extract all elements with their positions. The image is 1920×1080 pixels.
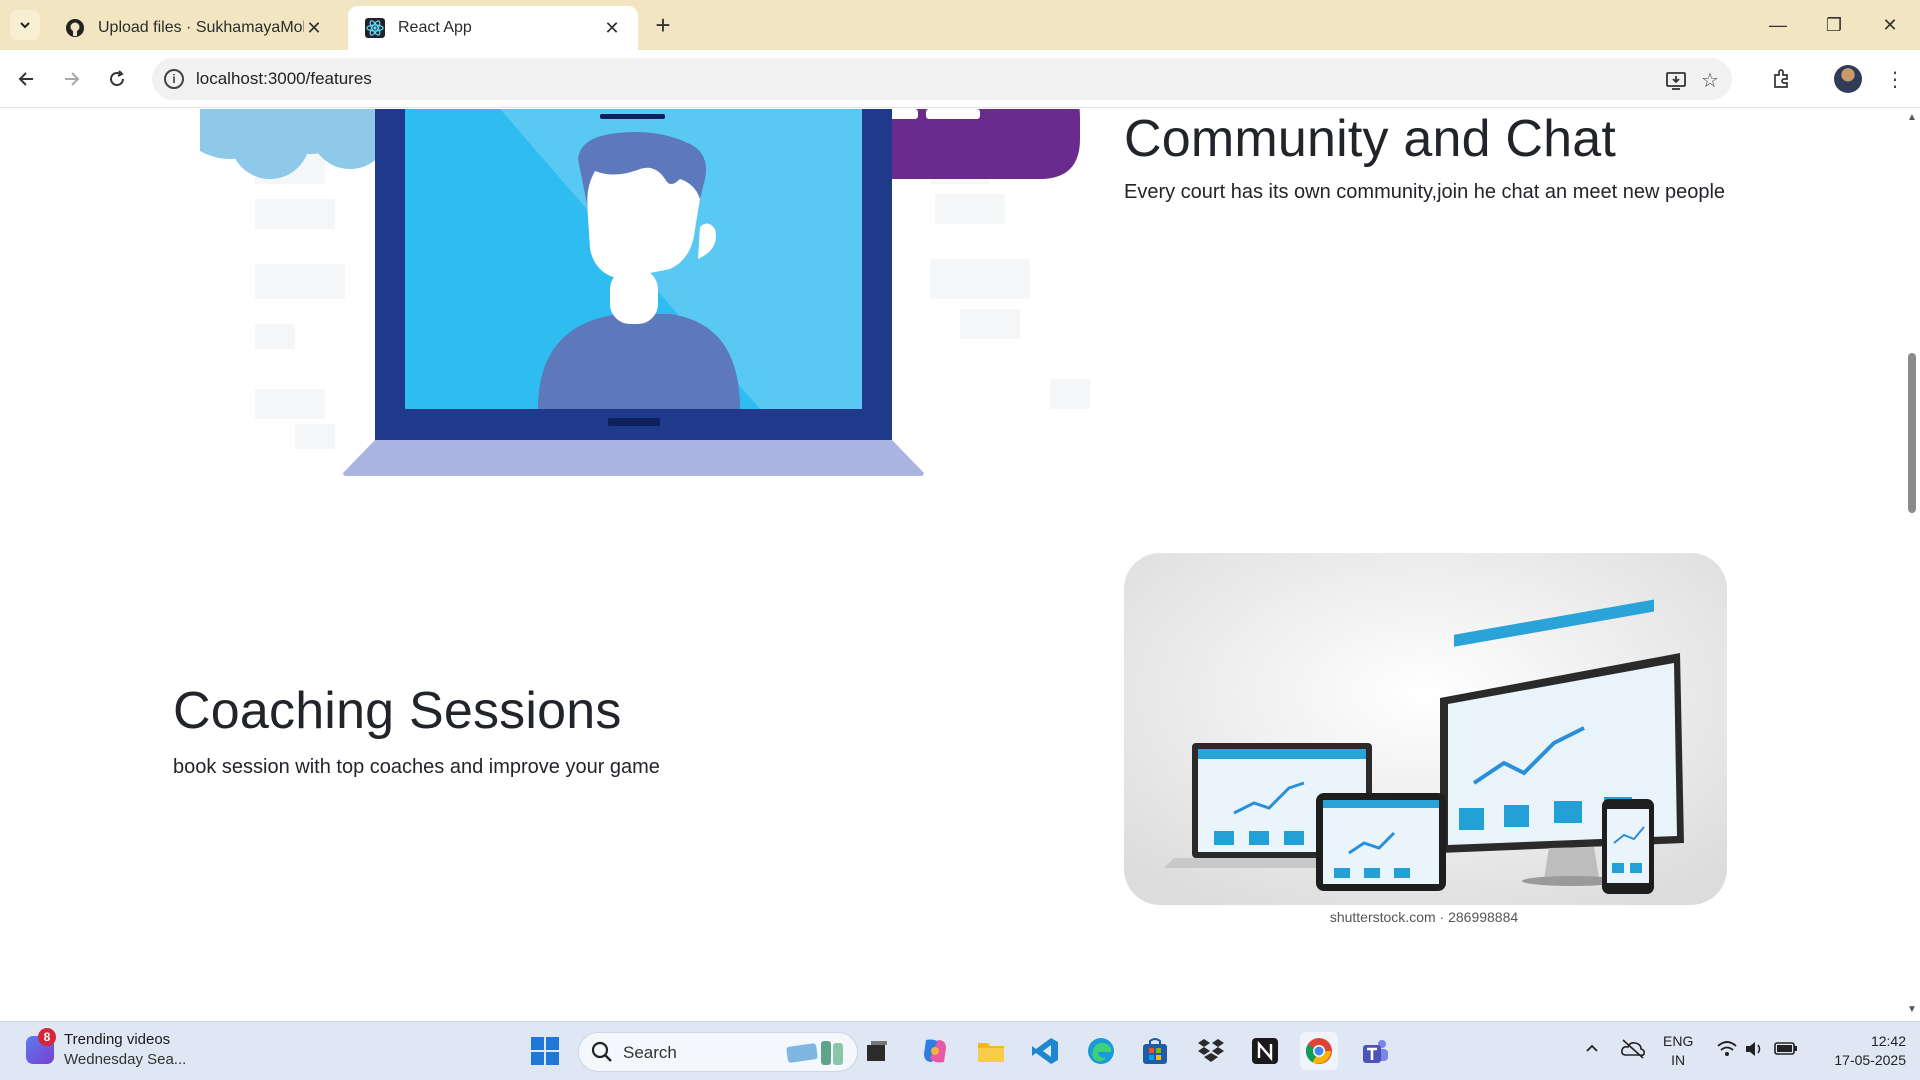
edge-icon[interactable] — [1082, 1032, 1120, 1070]
coaching-description: book session with top coaches and improv… — [173, 756, 660, 778]
site-info-icon[interactable]: i — [164, 69, 184, 89]
show-hidden-icons-button[interactable] — [1584, 1040, 1600, 1060]
scrollbar-thumb[interactable] — [1908, 353, 1916, 513]
battery-icon[interactable] — [1774, 1040, 1798, 1060]
wifi-icon[interactable] — [1716, 1040, 1738, 1062]
community-chat-illustration — [200, 109, 1090, 476]
widget-title[interactable]: Trending videos — [64, 1031, 170, 1048]
task-view-icon[interactable] — [858, 1032, 896, 1070]
arrow-right-icon — [65, 72, 80, 86]
coaching-title: Coaching Sessions — [173, 682, 622, 740]
region-code: IN — [1671, 1052, 1686, 1068]
react-icon — [364, 17, 386, 39]
search-placeholder: Search — [623, 1043, 677, 1062]
copilot-icon[interactable] — [916, 1032, 954, 1070]
browser-menu-icon[interactable]: ⋮ — [1880, 64, 1910, 94]
tab-label: Upload files · SukhamayaMohapatra — [98, 19, 304, 36]
new-tab-button[interactable]: + — [650, 12, 676, 38]
chevron-down-icon — [20, 22, 30, 29]
taskbar-search[interactable]: Search — [578, 1032, 858, 1072]
install-app-icon[interactable] — [1664, 68, 1688, 92]
dropbox-icon[interactable] — [1192, 1032, 1230, 1070]
chrome-icon[interactable] — [1300, 1032, 1338, 1070]
community-description: Every court has its own community,join h… — [1124, 181, 1726, 203]
search-icon — [591, 1041, 612, 1062]
community-title: Community and Chat — [1124, 110, 1617, 168]
windows-taskbar: 8 Trending videos Wednesday Sea... Searc… — [0, 1021, 1920, 1080]
extensions-icon[interactable] — [1766, 64, 1796, 94]
profile-avatar[interactable] — [1834, 65, 1862, 93]
chevron-up-icon — [1586, 1044, 1598, 1052]
teams-icon[interactable] — [1356, 1032, 1394, 1070]
clock-date: 17-05-2025 — [1834, 1052, 1906, 1068]
clock-time: 12:42 — [1870, 1033, 1906, 1049]
reload-icon — [110, 70, 124, 86]
file-explorer-icon[interactable] — [972, 1032, 1010, 1070]
notification-badge: 8 — [38, 1028, 56, 1046]
page-scrollbar[interactable]: ▲ ▼ — [1904, 109, 1920, 1021]
forward-button[interactable] — [56, 64, 86, 94]
tab-upload-files[interactable]: Upload files · SukhamayaMohapatra ✕ — [48, 6, 340, 50]
language-code: ENG — [1663, 1033, 1694, 1049]
tab-label: React App — [398, 19, 472, 36]
bookmark-star-icon[interactable]: ☆ — [1698, 68, 1722, 92]
url-text[interactable]: localhost:3000/features — [196, 69, 372, 89]
close-icon[interactable]: ✕ — [304, 18, 324, 39]
github-icon — [64, 17, 86, 39]
windows-start-button[interactable] — [526, 1032, 564, 1070]
tab-strip: Upload files · SukhamayaMohapatra ✕ Reac… — [0, 0, 1920, 50]
minimize-button[interactable]: — — [1758, 10, 1798, 40]
address-bar[interactable]: i localhost:3000/features ☆ — [152, 58, 1732, 100]
back-button[interactable] — [12, 64, 42, 94]
vscode-icon[interactable] — [1026, 1032, 1064, 1070]
widget-subtitle[interactable]: Wednesday Sea... — [64, 1051, 186, 1068]
windows-logo-icon — [531, 1037, 559, 1065]
search-highlight-icon — [786, 1041, 843, 1065]
reload-button[interactable] — [102, 64, 132, 94]
notion-icon[interactable] — [1246, 1032, 1284, 1070]
clock[interactable]: 12:42 17-05-2025 — [1816, 1032, 1906, 1070]
scroll-up-arrow[interactable]: ▲ — [1907, 113, 1917, 123]
devices-stock-image — [1124, 553, 1727, 905]
scroll-down-arrow[interactable]: ▼ — [1907, 1005, 1917, 1015]
close-icon[interactable]: ✕ — [602, 18, 622, 39]
close-window-button[interactable]: ✕ — [1870, 10, 1910, 40]
browser-toolbar: i localhost:3000/features ☆ ⋮ — [0, 50, 1920, 108]
arrow-left-icon — [18, 72, 33, 86]
image-caption: shutterstock.com · 286998884 — [1329, 909, 1519, 925]
restore-button[interactable]: ❐ — [1814, 10, 1854, 40]
microsoft-store-icon[interactable] — [1136, 1032, 1174, 1070]
tab-search-button[interactable] — [10, 10, 40, 40]
volume-icon[interactable] — [1744, 1040, 1764, 1062]
onedrive-offline-icon[interactable] — [1620, 1038, 1646, 1064]
language-indicator[interactable]: ENG IN — [1663, 1032, 1693, 1070]
page-viewport: Community and Chat Every court has its o… — [0, 109, 1904, 1021]
tab-react-app[interactable]: React App ✕ — [348, 6, 638, 50]
